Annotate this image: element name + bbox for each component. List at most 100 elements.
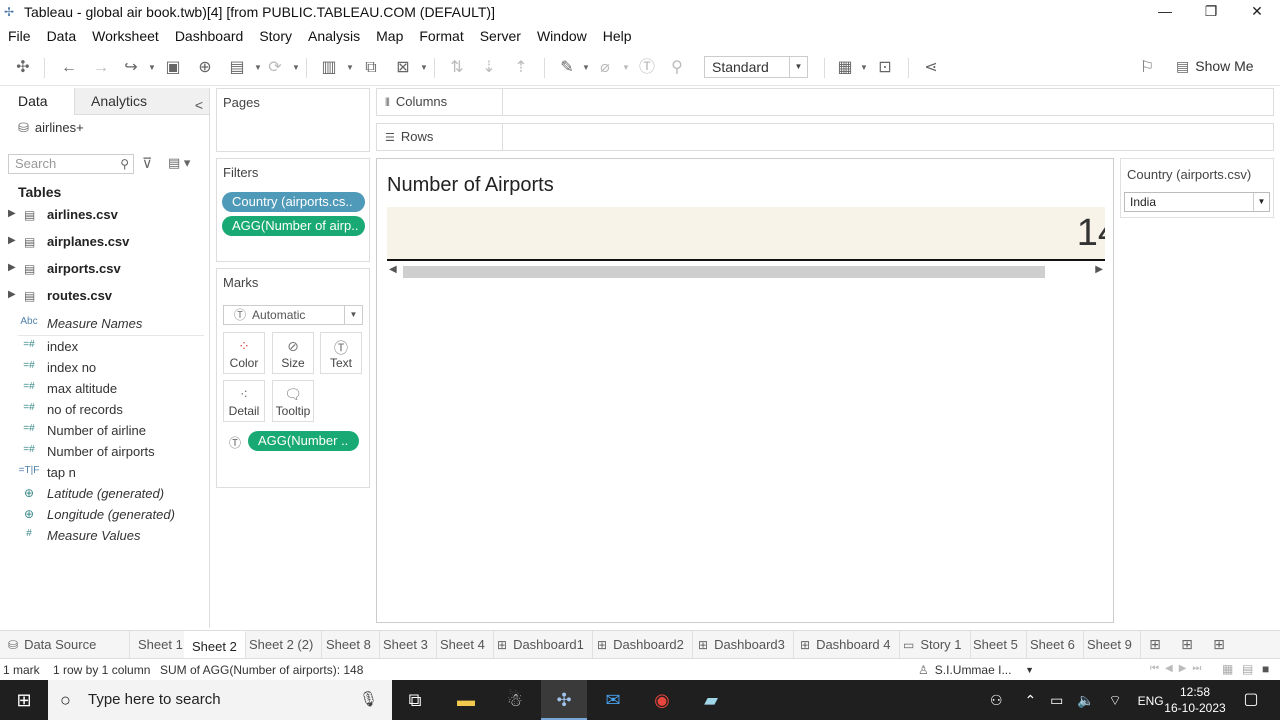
field-max-altitude[interactable]: =# max altitude — [0, 381, 200, 399]
highlight-dropdown-icon[interactable]: ▼ — [582, 58, 590, 78]
field-latitude[interactable]: ⊕ Latitude (generated) — [0, 486, 200, 504]
expand-icon[interactable]: ▶ — [8, 235, 16, 246]
redo-icon[interactable]: → — [90, 58, 112, 78]
show-labels-icon[interactable]: Ⓣ — [636, 58, 658, 78]
tooltip-button[interactable]: 🗨 Tooltip — [272, 380, 314, 422]
expand-icon[interactable]: ▶ — [8, 262, 16, 273]
expand-icon[interactable]: ▶ — [8, 208, 16, 219]
table-item-routes[interactable]: ▶ ▤ routes.csv — [0, 288, 200, 308]
columns-shelf[interactable]: ⦀ Columns — [376, 88, 1274, 116]
tab-story-1[interactable]: ▭ Story 1 — [895, 631, 971, 659]
new-worksheet-icon[interactable]: ⊞ — [1144, 636, 1166, 654]
tab-data[interactable]: Data — [0, 88, 74, 115]
field-index-no[interactable]: =# index no — [0, 360, 200, 378]
field-longitude[interactable]: ⊕ Longitude (generated) — [0, 507, 200, 525]
menu-help[interactable]: Help — [595, 28, 640, 44]
new-datasource-icon[interactable]: ⊕ — [194, 58, 216, 78]
show-filmstrip-icon[interactable]: ▦ — [1222, 662, 1233, 676]
table-item-airports[interactable]: ▶ ▤ airports.csv — [0, 261, 200, 281]
menu-map[interactable]: Map — [368, 28, 411, 44]
menu-story[interactable]: Story — [251, 28, 300, 44]
share-icon[interactable]: ⋖ — [920, 58, 942, 78]
view-options-icon[interactable]: ▤ ▾ — [168, 155, 190, 171]
field-measure-values[interactable]: # Measure Values — [0, 528, 200, 546]
show-hidden-icons[interactable]: ⌃ — [1024, 692, 1036, 708]
new-worksheet-icon[interactable]: ▥ — [318, 58, 340, 78]
battery-icon[interactable]: ▭ — [1050, 692, 1063, 708]
wifi-icon[interactable]: ⌔ — [1109, 692, 1122, 708]
detail-button[interactable]: ⁖ Detail — [223, 380, 265, 422]
menu-analysis[interactable]: Analysis — [300, 28, 368, 44]
tab-sheet-2[interactable]: Sheet 2 — [184, 631, 246, 659]
country-dropdown[interactable]: India ▼ — [1124, 192, 1270, 212]
menu-worksheet[interactable]: Worksheet — [84, 28, 167, 44]
pause-dropdown-icon[interactable]: ▼ — [254, 58, 262, 78]
windows-start-icon[interactable]: ⊞ — [0, 680, 48, 720]
scroll-thumb[interactable] — [403, 266, 1045, 278]
group-members-icon[interactable]: ⌀ — [594, 58, 616, 78]
task-view-icon[interactable]: ⧉ — [392, 680, 438, 720]
field-number-of-airline[interactable]: =# Number of airline — [0, 423, 200, 441]
color-button[interactable]: ⁘ Color — [223, 332, 265, 374]
rows-shelf[interactable]: ☰ Rows — [376, 123, 1274, 151]
app-document-icon[interactable]: ▰ — [688, 680, 734, 720]
filter-pill-agg-airports[interactable]: AGG(Number of airp.. — [222, 216, 365, 236]
sort-descending-icon[interactable]: ⇡ — [510, 58, 532, 78]
tab-sheet-1[interactable]: Sheet 1 — [130, 631, 192, 659]
viz-canvas[interactable]: Number of Airports 14 ◀ ▶ — [376, 158, 1114, 623]
chrome-icon[interactable]: ◉ — [639, 680, 685, 720]
people-icon[interactable]: ⚇ — [990, 692, 1003, 708]
clear-dropdown-icon[interactable]: ▼ — [420, 58, 428, 78]
tab-dashboard-4[interactable]: ⊞ Dashboard 4 — [792, 631, 900, 659]
fit-dropdown[interactable]: Standard ▼ — [704, 56, 808, 78]
undo-icon[interactable]: ← — [58, 58, 80, 78]
new-worksheet-dropdown-icon[interactable]: ▼ — [346, 58, 354, 78]
field-number-of-airports[interactable]: =# Number of airports — [0, 444, 200, 462]
tab-dashboard2[interactable]: ⊞ Dashboard2 — [589, 631, 693, 659]
new-story-icon[interactable]: ⊞ — [1208, 636, 1230, 654]
fix-axes-icon[interactable]: ⚲ — [666, 58, 688, 78]
replay-dropdown-icon[interactable]: ▼ — [148, 58, 156, 78]
menu-data[interactable]: Data — [39, 28, 85, 44]
text-button[interactable]: Ⓣ Text — [320, 332, 362, 374]
menu-window[interactable]: Window — [529, 28, 595, 44]
sort-ascending-icon[interactable]: ⇣ — [478, 58, 500, 78]
duplicate-sheet-icon[interactable]: ⧉ — [360, 58, 382, 78]
swap-axes-icon[interactable]: ⇅ — [446, 58, 468, 78]
horizontal-scrollbar[interactable]: ◀ ▶ — [387, 264, 1105, 280]
tableau-icon[interactable]: ✣ — [12, 58, 34, 78]
tab-analytics[interactable]: Analytics < — [74, 88, 209, 115]
file-explorer-icon[interactable]: ▬ — [443, 680, 489, 720]
highlight-icon[interactable]: ✎ — [556, 58, 578, 78]
cards-dropdown-icon[interactable]: ▼ — [860, 58, 868, 78]
menu-dashboard[interactable]: Dashboard — [167, 28, 252, 44]
clear-sheet-icon[interactable]: ⊠ — [392, 58, 414, 78]
tab-sheet-6[interactable]: Sheet 6 — [1022, 631, 1084, 659]
restore-button[interactable]: ❐ — [1188, 0, 1234, 24]
scroll-left-icon[interactable]: ◀ — [389, 264, 397, 275]
tab-dashboard3[interactable]: ⊞ Dashboard3 — [690, 631, 794, 659]
filter-fields-icon[interactable]: ⊽ — [142, 155, 152, 172]
tab-sheet-8[interactable]: Sheet 8 — [318, 631, 380, 659]
pages-card[interactable]: Pages — [216, 88, 370, 152]
tableau-taskbar-icon[interactable]: ✣ — [541, 680, 587, 720]
app-penguin-icon[interactable]: ☃ — [492, 680, 538, 720]
pause-updates-icon[interactable]: ▤ — [226, 58, 248, 78]
datasource-item[interactable]: ⛁ airlines+ — [18, 120, 84, 136]
expand-icon[interactable]: ▶ — [8, 289, 16, 300]
microphone-icon[interactable]: 🎙 — [359, 680, 378, 720]
tab-sheet-5[interactable]: Sheet 5 — [965, 631, 1027, 659]
filter-pill-country[interactable]: Country (airports.cs.. — [222, 192, 365, 212]
show-sheet-sorter-icon[interactable]: ■ — [1262, 662, 1269, 676]
tab-data-source[interactable]: ⛁ Data Source — [0, 631, 130, 659]
tab-dashboard1[interactable]: ⊞ Dashboard1 — [489, 631, 593, 659]
menu-file[interactable]: File — [0, 28, 39, 44]
save-icon[interactable]: ▣ — [162, 58, 184, 78]
tab-sheet-4[interactable]: Sheet 4 — [432, 631, 494, 659]
show-tabs-icon[interactable]: ▤ — [1242, 662, 1253, 676]
size-button[interactable]: ⊘ Size — [272, 332, 314, 374]
menu-format[interactable]: Format — [411, 28, 471, 44]
new-dashboard-icon[interactable]: ⊞ — [1176, 636, 1198, 654]
show-cards-icon[interactable]: ▦ — [834, 58, 856, 78]
table-item-airplanes[interactable]: ▶ ▤ airplanes.csv — [0, 234, 200, 254]
